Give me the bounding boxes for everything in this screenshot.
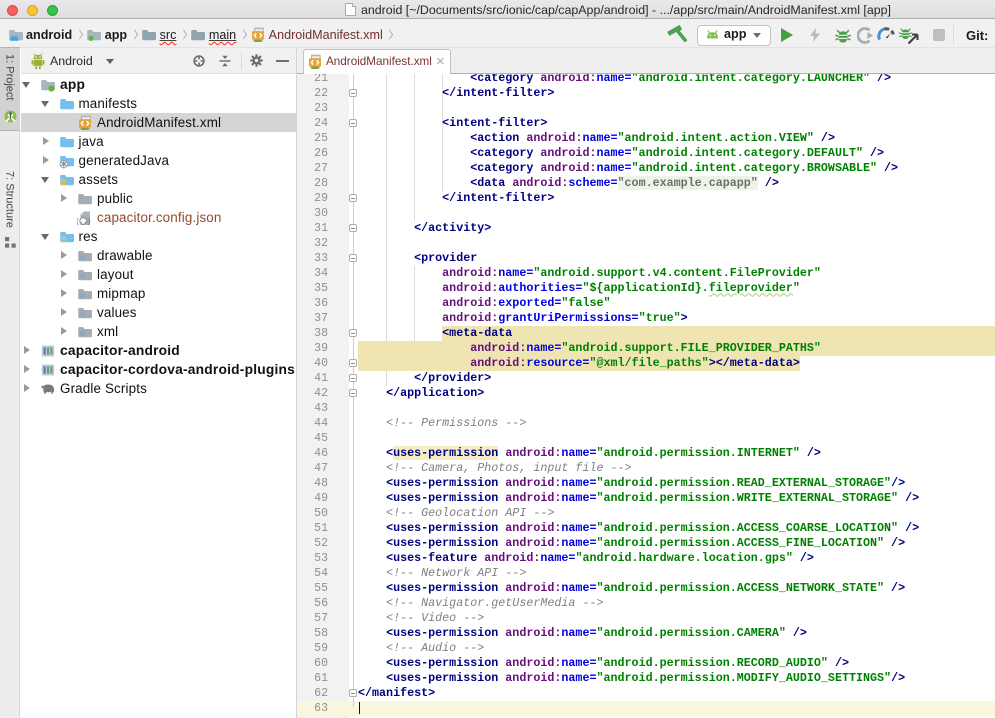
svg-text:{..}: {..} <box>77 218 91 225</box>
